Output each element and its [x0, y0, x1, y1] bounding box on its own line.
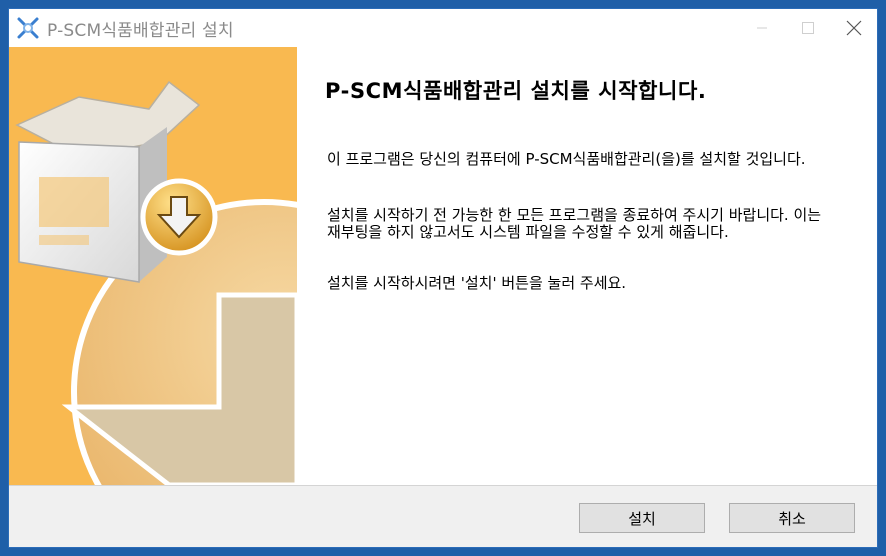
- window-controls: [739, 9, 877, 47]
- intro-text: 이 프로그램은 당신의 컴퓨터에 P-SCM식품배합관리(을)를 설치할 것입니…: [327, 150, 806, 168]
- close-button[interactable]: [831, 9, 877, 47]
- app-logo-icon: [17, 17, 39, 39]
- installer-banner: [9, 47, 297, 485]
- welcome-heading: P-SCM식품배합관리 설치를 시작합니다.: [325, 79, 707, 103]
- cancel-button[interactable]: 취소: [729, 503, 855, 533]
- close-programs-text: 설치를 시작하기 전 가능한 한 모든 프로그램을 종료하여 주시기 바랍니다.…: [327, 206, 822, 241]
- start-instruction-text: 설치를 시작하시려면 '설치' 버튼을 눌러 주세요.: [327, 274, 627, 292]
- title-bar[interactable]: P-SCM식품배합관리 설치: [9, 9, 877, 47]
- minimize-icon: [757, 27, 767, 29]
- maximize-icon: [802, 22, 814, 34]
- install-button[interactable]: 설치: [579, 503, 705, 533]
- window-title: P-SCM식품배합관리 설치: [47, 20, 234, 41]
- welcome-content: P-SCM식품배합관리 설치를 시작합니다. 이 프로그램은 당신의 컴퓨터에 …: [297, 47, 877, 485]
- minimize-button[interactable]: [739, 9, 785, 47]
- banner-illustration: [9, 47, 297, 485]
- maximize-button[interactable]: [785, 9, 831, 47]
- installer-window: P-SCM식품배합관리 설치 P-SCM식품배합관리 설치를 시작합니다. 이 …: [8, 8, 878, 548]
- footer-separator: [9, 485, 877, 486]
- close-icon: [846, 20, 862, 36]
